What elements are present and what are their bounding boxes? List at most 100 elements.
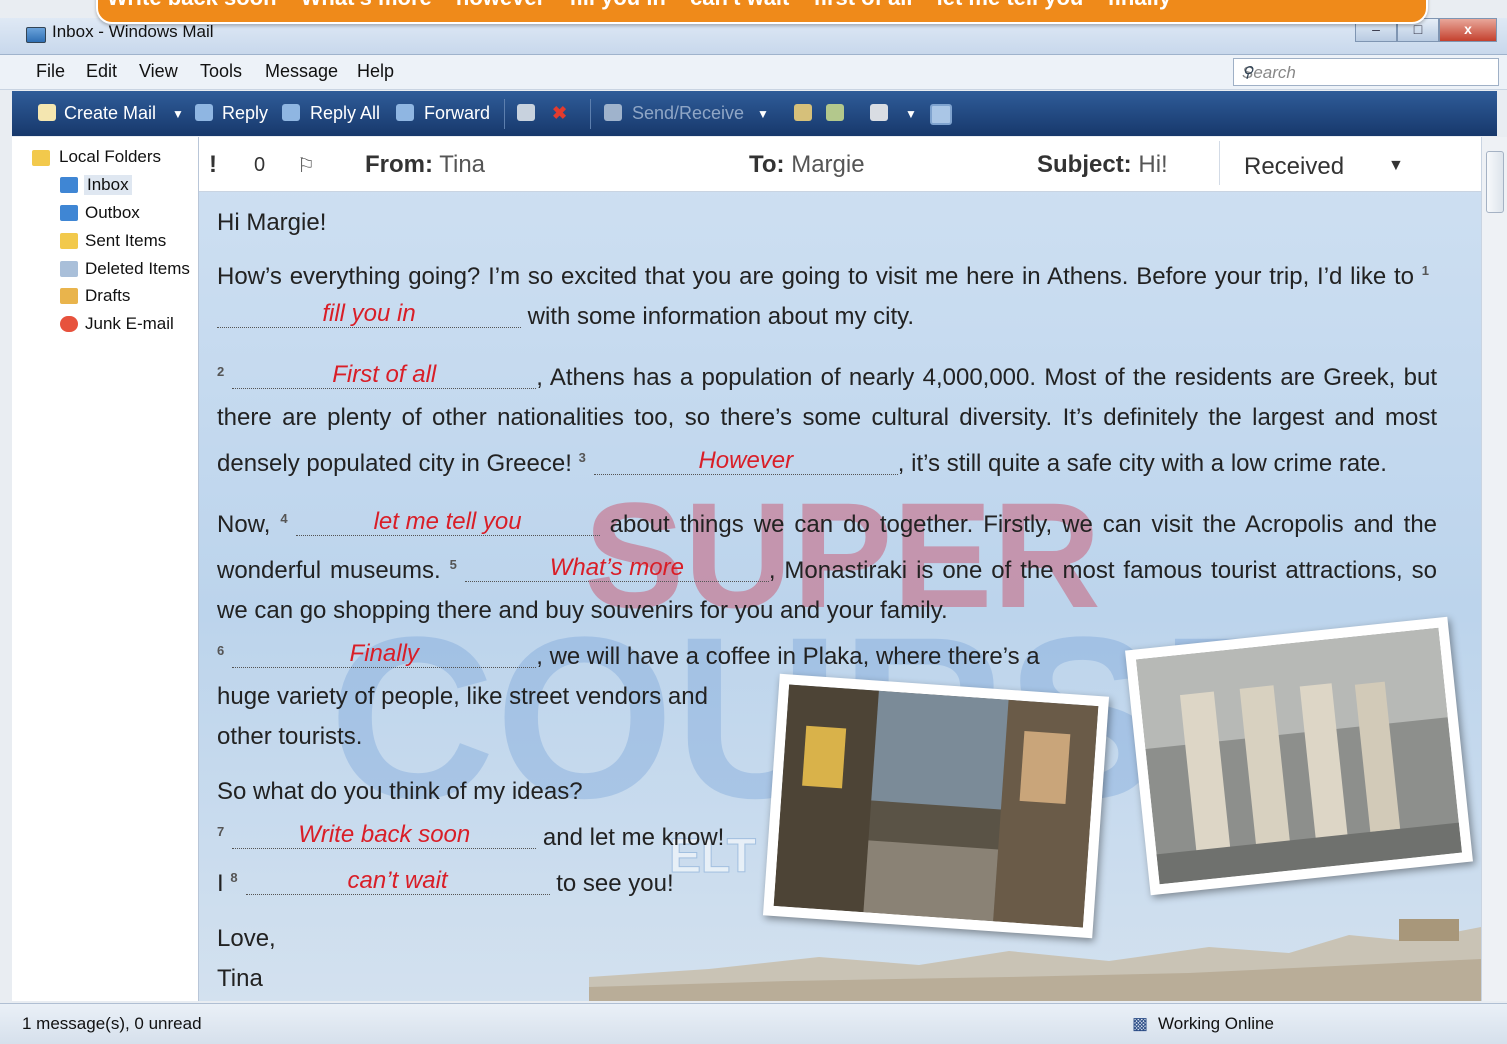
text-segment: and let me know! (542, 824, 725, 851)
create-mail-dropdown-icon[interactable]: ▼ (172, 107, 184, 121)
subject-field: Subject: Hi! (1037, 151, 1168, 179)
create-mail-button[interactable]: Create Mail (64, 103, 156, 124)
contacts-icon[interactable] (826, 104, 844, 121)
drafts-icon (60, 288, 78, 304)
text-segment: with some information about my city. (527, 303, 915, 330)
sort-dropdown-icon[interactable]: ▼ (1388, 157, 1404, 175)
network-icon: ▩ (1132, 1014, 1149, 1033)
gap-1-input[interactable]: fill you in (217, 301, 521, 328)
menu-message[interactable]: Message (265, 61, 338, 82)
reply-icon (195, 104, 213, 121)
gap-number: 2 (217, 364, 225, 379)
create-mail-icon (38, 104, 56, 121)
folder-local-folders[interactable]: Local Folders (59, 147, 161, 167)
sent-items-icon (60, 233, 78, 249)
text-segment: to see you! (556, 870, 674, 897)
toolbar: Create Mail ▼ Reply Reply All Forward ✖ … (12, 91, 1497, 136)
deleted-items-icon (60, 261, 78, 277)
layout-icon[interactable] (930, 104, 952, 125)
folder-pane: Local Folders Inbox Outbox Sent Items De… (12, 137, 199, 1001)
word-bank-item: finally (1107, 0, 1171, 10)
vertical-scrollbar[interactable] (1481, 137, 1507, 1001)
inbox-app-icon (26, 27, 46, 43)
junk-email-icon (60, 316, 78, 332)
local-folders-icon (32, 150, 50, 166)
find-dropdown-icon[interactable]: ▼ (905, 107, 917, 121)
word-bank-item: let me tell you (937, 0, 1084, 10)
find-icon[interactable] (870, 104, 888, 121)
scrollbar-thumb[interactable] (1486, 151, 1504, 213)
gap-4-answer: let me tell you (373, 508, 522, 535)
send-receive-button[interactable]: Send/Receive (632, 103, 744, 124)
delete-icon[interactable]: ✖ (552, 103, 567, 124)
search-icon[interactable]: ⚲ (1242, 63, 1490, 81)
inbox-icon (60, 177, 78, 193)
menu-edit[interactable]: Edit (86, 61, 117, 82)
gap-1-answer: fill you in (322, 300, 416, 327)
print-icon[interactable] (517, 104, 535, 121)
reply-button[interactable]: Reply (222, 103, 268, 124)
menu-view[interactable]: View (139, 61, 178, 82)
folder-outbox[interactable]: Outbox (85, 203, 140, 223)
subject-label: Subject: (1037, 151, 1132, 178)
send-receive-dropdown-icon[interactable]: ▼ (757, 107, 769, 121)
reply-all-icon (282, 104, 300, 121)
folder-drafts[interactable]: Drafts (85, 286, 130, 306)
gap-number: 3 (578, 450, 586, 465)
menu-help[interactable]: Help (357, 61, 394, 82)
word-bank-item: fill you in (569, 0, 666, 10)
gap-number: 1 (1421, 263, 1429, 278)
folder-deleted-items[interactable]: Deleted Items (85, 259, 190, 279)
gap-5-input[interactable]: What’s more (464, 554, 769, 582)
to-label: To: (749, 151, 785, 178)
gap-number: 6 (217, 643, 225, 658)
from-field: From: Tina (365, 151, 485, 179)
status-bar: 1 message(s), 0 unread ▩ Working Online (0, 1003, 1507, 1044)
online-status: Working Online (1158, 1014, 1274, 1033)
monastiraki-street-photo (762, 673, 1110, 939)
close-button[interactable]: x (1439, 18, 1497, 42)
menu-tools[interactable]: Tools (200, 61, 242, 82)
gap-2-input[interactable]: First of all (232, 361, 537, 389)
gap-number: 8 (230, 870, 238, 885)
gap-2-answer: First of all (332, 361, 437, 388)
gap-7-input[interactable]: Write back soon (232, 822, 537, 849)
toolbar-divider (590, 99, 591, 129)
gap-4-input[interactable]: let me tell you (295, 508, 600, 536)
gap-8-input[interactable]: can’t wait (245, 867, 550, 895)
attachment-column-icon[interactable]: 0 (254, 154, 265, 177)
importance-column-icon[interactable]: ! (209, 151, 217, 179)
gap-6-input[interactable]: Finally (232, 641, 537, 668)
folder-inbox[interactable]: Inbox (84, 175, 132, 195)
gap-8-answer: can’t wait (347, 867, 448, 894)
address-book-icon[interactable] (794, 104, 812, 121)
folder-junk-email[interactable]: Junk E-mail (85, 314, 174, 334)
menu-bar: File Edit View Tools Message Help Search… (0, 55, 1507, 90)
reply-all-button[interactable]: Reply All (310, 103, 380, 124)
menu-file[interactable]: File (36, 61, 65, 82)
text-segment: Now, (217, 511, 271, 538)
word-bank-banner: Write back soon What's more however fill… (96, 0, 1428, 24)
text-segment: I (217, 870, 224, 897)
text-segment: , we will have a coffee in Plaka, where … (536, 643, 1040, 670)
subject-value: Hi! (1138, 151, 1168, 178)
toolbar-divider (504, 99, 505, 129)
sign-off: Love, (217, 925, 276, 952)
from-label: From: (365, 151, 433, 178)
from-value: Tina (439, 151, 486, 178)
folder-sent-items[interactable]: Sent Items (85, 231, 166, 251)
gap-3-input[interactable]: However (593, 448, 898, 475)
flag-column-icon[interactable]: ⚐ (297, 153, 315, 178)
forward-button[interactable]: Forward (424, 103, 490, 124)
paragraph-1: How’s everything going? I’m so excited t… (217, 251, 1437, 337)
gap-number: 7 (217, 824, 225, 839)
gap-number: 5 (449, 557, 457, 572)
send-receive-icon (604, 104, 622, 121)
message-pane: SUPER COURSE ELT PUBLISHING ! 0 ⚐ From: … (199, 137, 1481, 1001)
gap-5-answer: What’s more (549, 554, 684, 581)
word-bank-item: however (456, 0, 545, 10)
outbox-icon (60, 205, 78, 221)
received-column-header[interactable]: Received ▼ (1219, 141, 1470, 185)
paragraph-2: 2 First of all, Athens has a population o… (217, 352, 1437, 484)
search-input[interactable]: Search ⚲ (1233, 58, 1499, 86)
